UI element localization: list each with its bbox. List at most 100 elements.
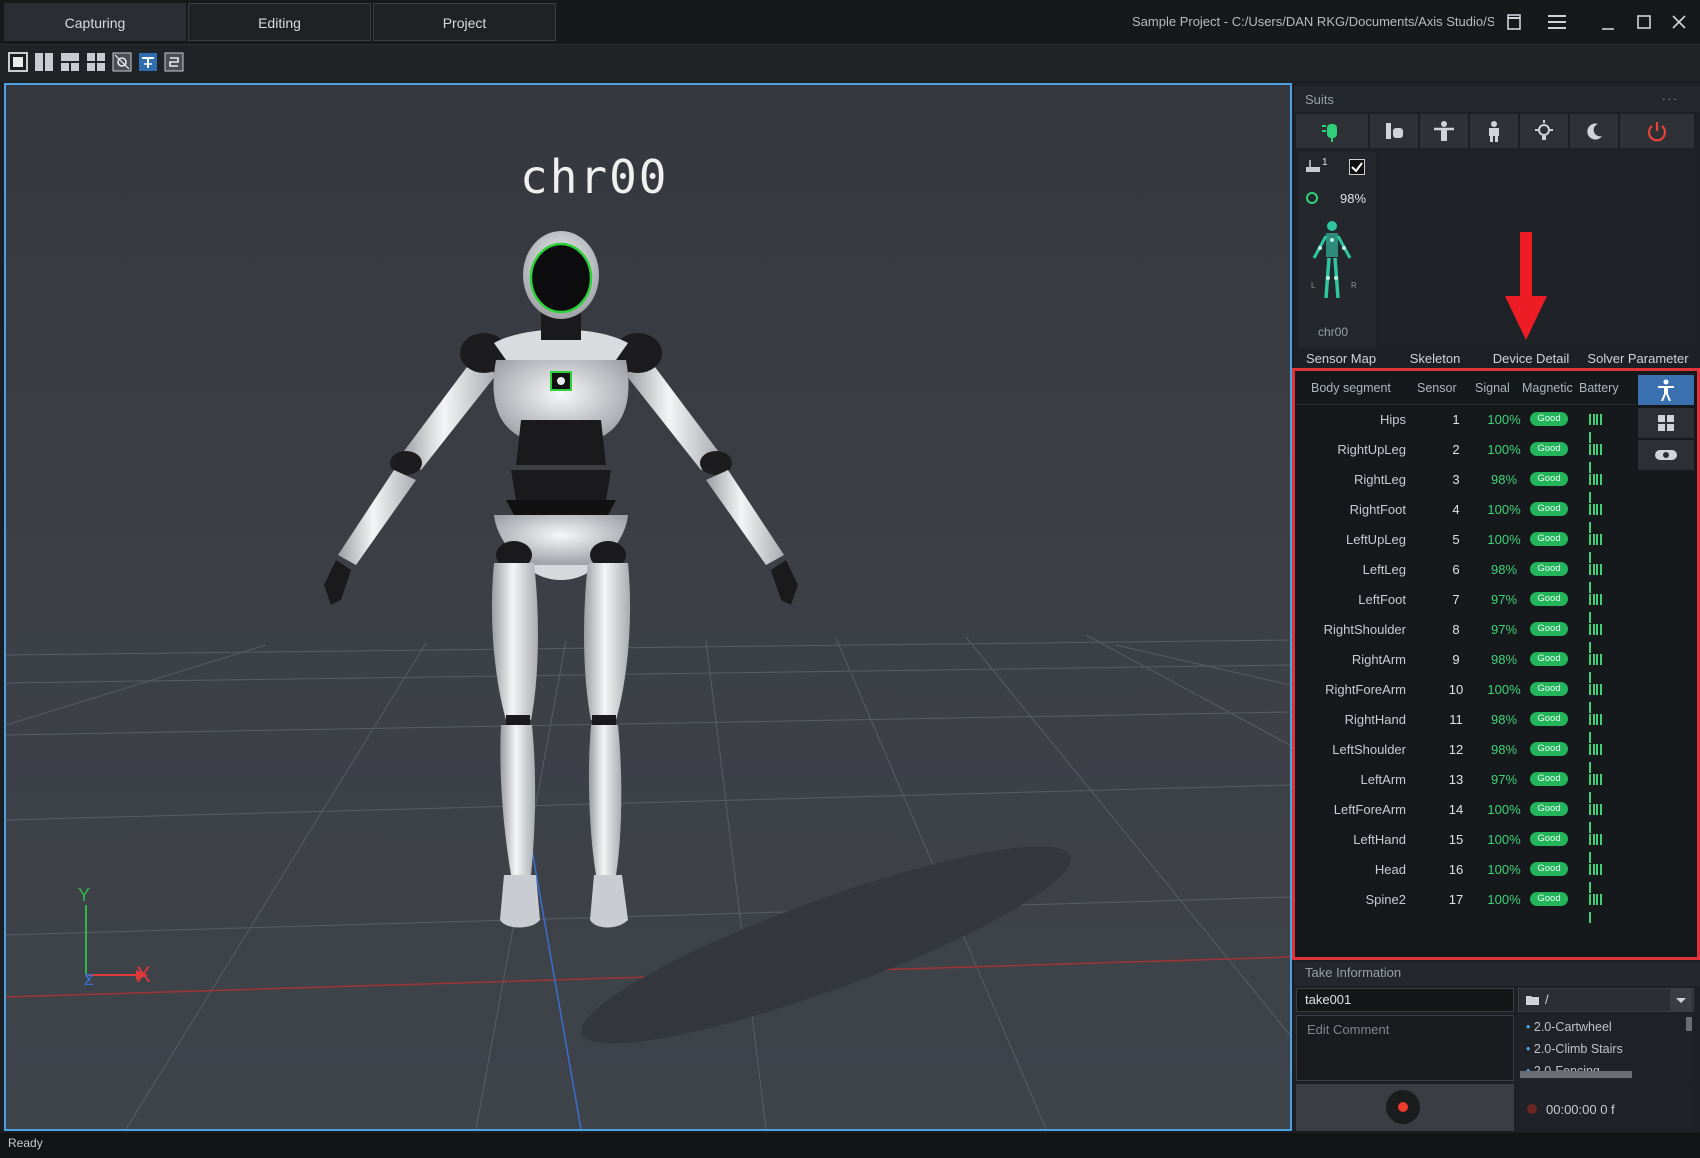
tab-device-detail[interactable]: Device Detail [1484, 349, 1578, 369]
suit-battery: 98% [1340, 191, 1367, 206]
menu-icon[interactable] [1543, 8, 1571, 36]
magnetic-status-badge: Good [1530, 592, 1568, 606]
body-view-icon[interactable] [1638, 375, 1694, 405]
view-toolbar [0, 45, 1700, 81]
list-scrollbar[interactable] [1686, 1017, 1692, 1031]
gyro-icon[interactable] [1638, 440, 1694, 470]
four-view-icon[interactable] [86, 52, 106, 72]
panel-icon[interactable] [1500, 8, 1528, 36]
tab-capturing[interactable]: Capturing [4, 3, 186, 41]
table-row[interactable]: RightForeArm 10 100% Good [1296, 675, 1636, 713]
comment-input[interactable]: Edit Comment [1296, 1015, 1514, 1081]
magnetic-status-badge: Good [1530, 832, 1568, 846]
list-hscrollbar[interactable] [1520, 1071, 1632, 1078]
calibrate-pose-icon[interactable] [1420, 114, 1470, 148]
signal-cell: 97% [1490, 622, 1518, 637]
redirect-icon[interactable] [164, 52, 184, 72]
sensor-cell: 14 [1448, 802, 1464, 817]
connect-suit-icon[interactable] [1296, 114, 1370, 148]
signal-cell: 97% [1490, 772, 1518, 787]
magnetic-status-badge: Good [1530, 712, 1568, 726]
table-row[interactable]: RightLeg 3 98% Good [1296, 465, 1636, 503]
three-view-icon[interactable] [60, 52, 80, 72]
battery-icon [1589, 774, 1606, 803]
minimize-icon[interactable] [1594, 8, 1622, 36]
sensor-cell: 16 [1448, 862, 1464, 877]
scene-graphic [6, 85, 1290, 1129]
3d-viewport[interactable]: Y X Z [4, 83, 1292, 1131]
grid-view-icon[interactable] [1638, 408, 1694, 438]
magnetic-status-badge: Good [1530, 772, 1568, 786]
magnetic-status-badge: Good [1530, 622, 1568, 636]
magnetic-status-badge: Good [1530, 802, 1568, 816]
body-segment-cell: LeftFoot [1358, 592, 1406, 607]
list-item[interactable]: • 2.0-Climb Stairs [1526, 1042, 1623, 1056]
battery-icon [1589, 564, 1606, 593]
transform-icon[interactable] [112, 52, 132, 72]
snap-icon[interactable] [138, 52, 158, 72]
table-row[interactable]: LeftForeArm 14 100% Good [1296, 795, 1636, 833]
character-name-label: chr00 [520, 150, 669, 204]
single-view-icon[interactable] [8, 52, 28, 72]
table-row[interactable]: LeftFoot 7 97% Good [1296, 585, 1636, 623]
two-view-icon[interactable] [34, 52, 54, 72]
battery-icon [1589, 834, 1606, 863]
tab-solver-parameter[interactable]: Solver Parameter [1580, 349, 1696, 369]
character-icon[interactable] [1470, 114, 1520, 148]
recording-indicator-icon [1527, 1104, 1537, 1114]
table-row[interactable]: RightUpLeg 2 100% Good [1296, 435, 1636, 473]
table-row[interactable]: LeftArm 13 97% Good [1296, 765, 1636, 803]
signal-cell: 100% [1487, 412, 1521, 427]
close-icon[interactable] [1665, 8, 1693, 36]
chevron-down-icon[interactable] [1670, 989, 1692, 1011]
body-segment-cell: Hips [1379, 412, 1406, 427]
timecode: 00:00:00 0 f [1546, 1102, 1615, 1117]
body-segment-cell: LeftShoulder [1332, 742, 1406, 757]
light-icon[interactable] [1520, 114, 1570, 148]
signal-cell: 100% [1487, 802, 1521, 817]
take-name-input[interactable]: take001 [1296, 988, 1514, 1012]
table-row[interactable]: RightShoulder 8 97% Good [1296, 615, 1636, 653]
suits-header [1294, 86, 1700, 112]
tab-project[interactable]: Project [373, 3, 556, 41]
power-icon[interactable] [1620, 114, 1696, 148]
signal-cell: 98% [1490, 742, 1518, 757]
battery-icon [1589, 624, 1606, 653]
table-row[interactable]: Spine2 17 100% Good [1296, 885, 1636, 923]
list-item[interactable]: • 2.0-Cartwheel [1526, 1020, 1612, 1034]
table-row[interactable]: RightFoot 4 100% Good [1296, 495, 1636, 533]
table-row[interactable]: LeftLeg 6 98% Good [1296, 555, 1636, 593]
magnetic-status-badge: Good [1530, 502, 1568, 516]
suit-enable-checkbox[interactable] [1349, 159, 1365, 175]
table-row[interactable]: RightArm 9 98% Good [1296, 645, 1636, 683]
maximize-icon[interactable] [1630, 8, 1658, 36]
signal-cell: 97% [1490, 592, 1518, 607]
signal-cell: 100% [1487, 532, 1521, 547]
header-signal: Signal [1475, 381, 1510, 395]
table-row[interactable]: Head 16 100% Good [1296, 855, 1636, 893]
table-row[interactable]: Hips 1 100% Good [1296, 405, 1636, 443]
tab-editing[interactable]: Editing [188, 3, 371, 41]
folder-path: / [1545, 992, 1549, 1007]
suits-menu-button[interactable]: ... [1662, 88, 1679, 103]
signal-cell: 100% [1487, 832, 1521, 847]
table-row[interactable]: RightHand 11 98% Good [1296, 705, 1636, 743]
signal-cell: 100% [1487, 502, 1521, 517]
signal-cell: 98% [1490, 472, 1518, 487]
table-row[interactable]: LeftHand 15 100% Good [1296, 825, 1636, 863]
tab-sensor-map[interactable]: Sensor Map [1296, 349, 1386, 369]
body-segment-cell: LeftHand [1353, 832, 1406, 847]
body-segment-cell: RightArm [1351, 652, 1406, 667]
sensor-cell: 4 [1452, 502, 1460, 517]
sensor-cell: 6 [1452, 562, 1460, 577]
sleep-icon[interactable] [1570, 114, 1620, 148]
table-row[interactable]: LeftShoulder 12 98% Good [1296, 735, 1636, 773]
table-row[interactable]: LeftUpLeg 5 100% Good [1296, 525, 1636, 563]
magnetic-status-badge: Good [1530, 742, 1568, 756]
signal-cell: 100% [1487, 892, 1521, 907]
tab-skeleton[interactable]: Skeleton [1390, 349, 1480, 369]
suit-list-icon[interactable] [1370, 114, 1420, 148]
body-segment-cell: RightForeArm [1325, 682, 1406, 697]
record-icon[interactable] [1398, 1102, 1408, 1112]
magnetic-status-badge: Good [1530, 862, 1568, 876]
